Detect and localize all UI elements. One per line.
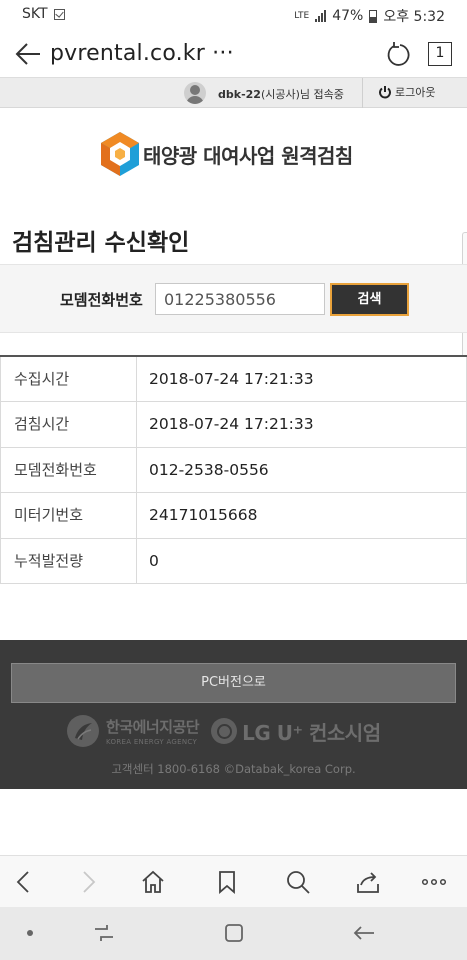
browser-url-bar: pvrental.co.kr ··· 1 <box>0 30 467 78</box>
table-row: 모뎀전화번호 012-2538-0556 <box>0 447 467 494</box>
info-table: 수집시간 2018-07-24 17:21:33 검침시간 2018-07-24… <box>0 355 467 584</box>
pc-version-button[interactable]: PC버전으로 <box>11 663 456 703</box>
user-avatar-icon <box>184 82 206 104</box>
status-left: SKT <box>22 6 65 22</box>
search-section: 모뎀전화번호 검색 <box>0 264 467 333</box>
row-label: 모뎀전화번호 <box>0 447 137 493</box>
row-value: 2018-07-24 17:21:33 <box>137 357 467 402</box>
row-value: 012-2538-0556 <box>137 447 467 493</box>
divider <box>362 78 363 108</box>
row-label: 검침시간 <box>0 402 137 447</box>
network-type: LTE <box>294 10 310 21</box>
energy-agency-en: KOREA ENERGY AGENCY <box>106 738 198 746</box>
user-id: dbk-22 <box>218 88 261 101</box>
search-icon[interactable] <box>284 868 312 896</box>
clock: 오후 5:32 <box>383 9 445 25</box>
carrier-name: SKT <box>22 6 48 22</box>
site-footer: PC버전으로 한국에너지공단 KOREA ENERGY AGENCY LG U⁺… <box>0 640 467 789</box>
share-icon[interactable] <box>354 868 382 896</box>
android-nav-bar <box>0 907 467 960</box>
logout-button[interactable]: 로그아웃 <box>378 84 435 100</box>
page-title: 검침관리 수신확인 <box>12 230 190 256</box>
modem-phone-input[interactable] <box>155 283 325 315</box>
status-bar: SKT LTE 47% 오후 5:32 <box>0 0 467 30</box>
search-button[interactable]: 검색 <box>330 283 409 316</box>
energy-agency-text: 한국에너지공단 KOREA ENERGY AGENCY <box>106 716 200 746</box>
copyright-text: 고객센터 1800-6168 ©Databak_korea Corp. <box>111 762 356 776</box>
status-right: LTE 47% 오후 5:32 <box>294 6 445 26</box>
browser-back-icon[interactable] <box>14 42 42 66</box>
home-icon[interactable] <box>139 868 167 896</box>
lg-logo-icon <box>211 718 238 744</box>
logout-label: 로그아웃 <box>395 86 436 99</box>
signal-icon <box>315 10 327 22</box>
user-suffix: (시공사)님 접속중 <box>260 88 344 101</box>
power-icon <box>379 86 391 99</box>
table-row: 수집시간 2018-07-24 17:21:33 <box>0 357 467 403</box>
row-label: 수집시간 <box>0 357 137 402</box>
bookmark-icon[interactable] <box>213 868 241 896</box>
more-icon[interactable] <box>420 868 448 896</box>
recent-apps-icon[interactable] <box>90 919 118 947</box>
forward-icon[interactable] <box>74 868 102 896</box>
login-status-bar: dbk-22(시공사)님 접속중 로그아웃 <box>0 78 467 108</box>
table-row: 미터기번호 24171015668 <box>0 493 467 539</box>
logo-cube-icon <box>101 132 139 176</box>
energy-agency-ko: 한국에너지공단 <box>106 718 200 736</box>
tabs-count-button[interactable]: 1 <box>428 42 452 66</box>
partner-logos: 한국에너지공단 KOREA ENERGY AGENCY LG U⁺ 컨소시엄 <box>66 713 381 749</box>
back-arrow-icon[interactable] <box>350 919 378 947</box>
lg-consortium-text: LG U⁺ 컨소시엄 <box>242 720 381 745</box>
row-label: 누적발전량 <box>0 538 137 583</box>
logo-text: 태양광 대여사업 원격검침 <box>143 143 353 168</box>
table-row: 누적발전량 0 <box>0 538 467 584</box>
back-icon[interactable] <box>10 868 38 896</box>
battery-icon <box>369 9 378 23</box>
row-value: 2018-07-24 17:21:33 <box>137 402 467 447</box>
table-row: 검침시간 2018-07-24 17:21:33 <box>0 402 467 448</box>
search-label: 모뎀전화번호 <box>60 291 143 309</box>
url-text[interactable]: pvrental.co.kr ··· <box>50 41 234 66</box>
home-square-icon[interactable] <box>220 919 248 947</box>
reload-icon[interactable] <box>385 41 411 67</box>
row-value: 0 <box>137 538 467 583</box>
row-value: 24171015668 <box>137 493 467 538</box>
battery-percent: 47% <box>332 8 364 24</box>
energy-agency-logo-icon <box>67 715 99 747</box>
dot-icon[interactable] <box>16 919 44 947</box>
site-logo[interactable]: 태양광 대여사업 원격검침 <box>99 128 353 180</box>
browser-toolbar <box>0 855 467 907</box>
user-session-text: dbk-22(시공사)님 접속중 <box>218 86 344 102</box>
row-label: 미터기번호 <box>0 493 137 538</box>
notification-check-icon <box>53 8 65 20</box>
